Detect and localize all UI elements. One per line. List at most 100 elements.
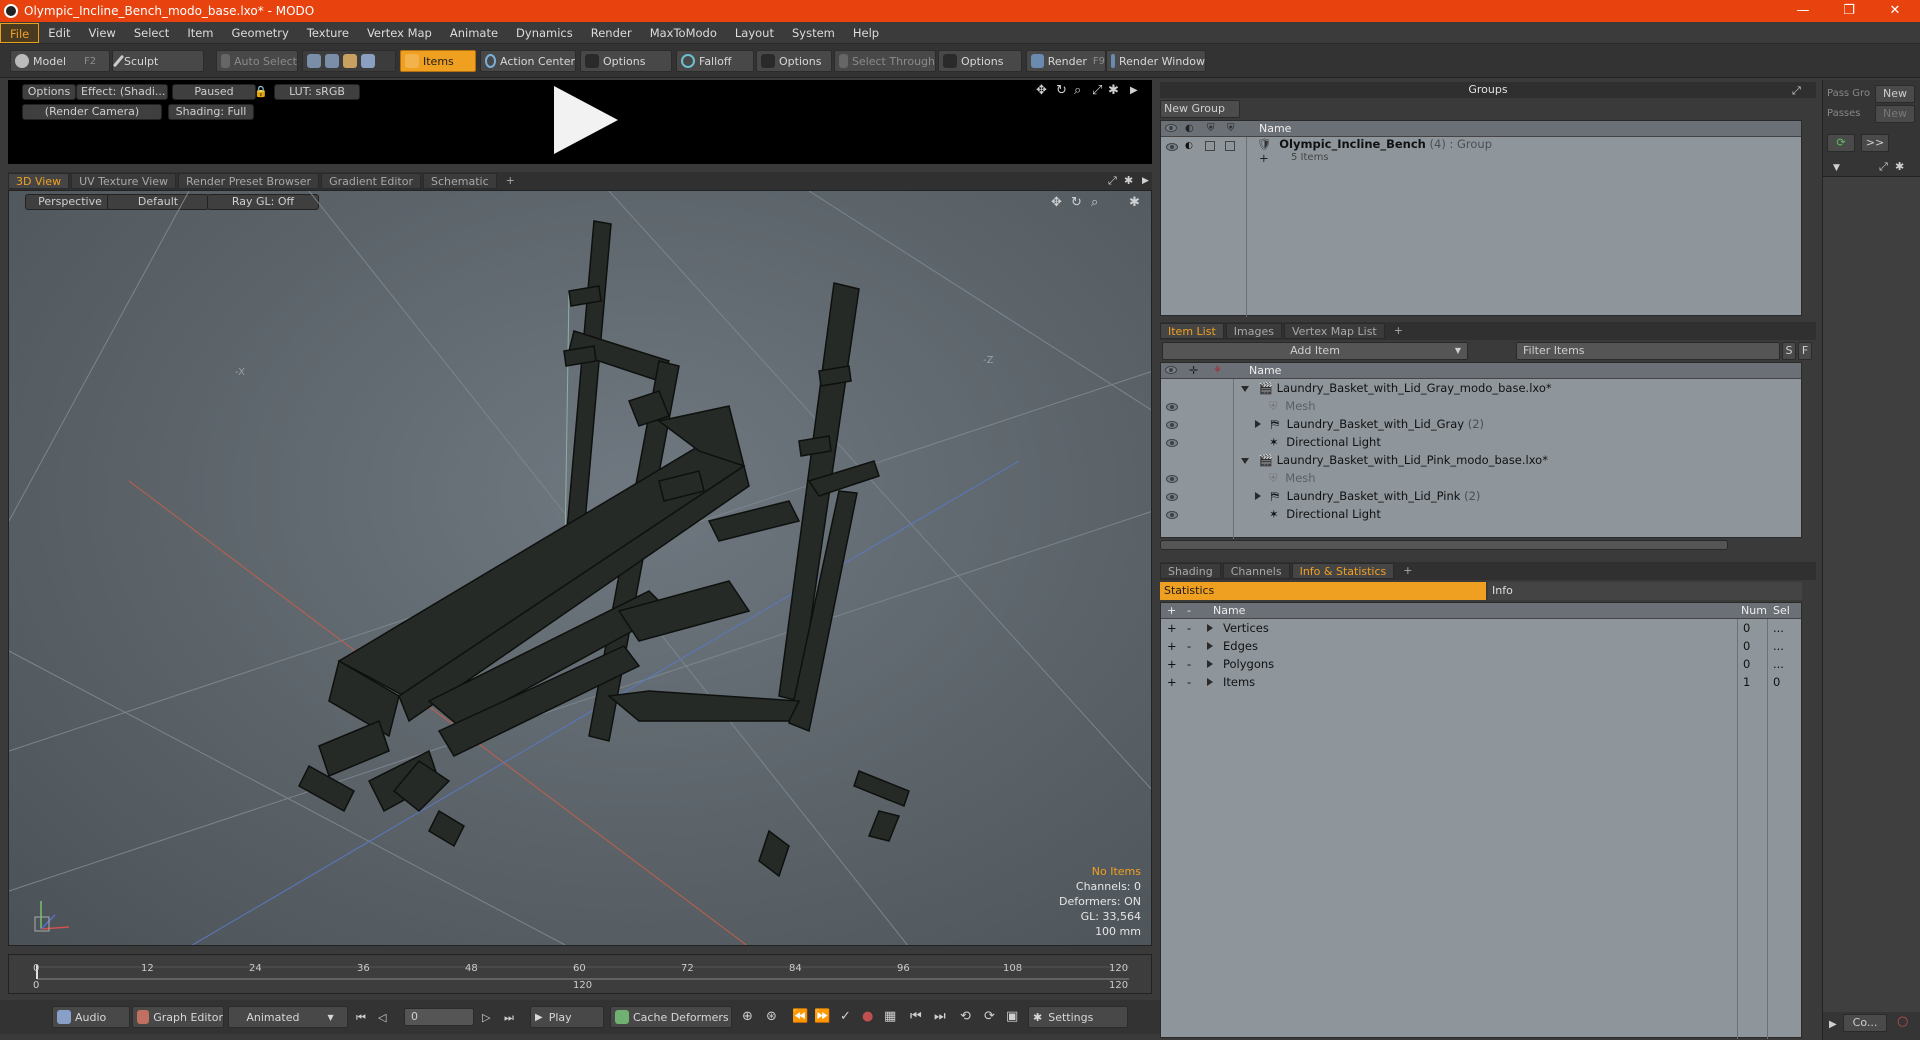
menu-texture[interactable]: Texture xyxy=(298,23,358,43)
refresh-icon[interactable]: ⟳ xyxy=(984,1010,995,1023)
record-icon[interactable]: ○ xyxy=(1897,1015,1908,1028)
play-button[interactable]: ▶ Play xyxy=(530,1006,604,1028)
gear-icon[interactable]: ✱ xyxy=(1895,160,1904,173)
filter-items-input[interactable]: Filter Items xyxy=(1516,342,1780,360)
add-tab-button[interactable]: + xyxy=(1387,323,1410,339)
new-pass-group-button[interactable]: New xyxy=(1875,85,1915,103)
settings-button[interactable]: ✱ Settings xyxy=(1028,1006,1128,1028)
3d-viewport[interactable]: Perspective Default Ray GL: Off ✥ ↻ ⌕ ✱ xyxy=(8,190,1152,946)
menu-view[interactable]: View xyxy=(80,23,125,43)
key-icon[interactable]: ⊕ xyxy=(742,1010,753,1023)
materials-mode-icon[interactable] xyxy=(361,54,375,68)
expand-arrow-icon[interactable] xyxy=(1207,660,1213,668)
list-item-scene-pink[interactable]: 🎬 Laundry_Basket_with_Lid_Pink_modo_base… xyxy=(1241,451,1548,469)
next-key-icon[interactable]: ▷ xyxy=(482,1011,490,1024)
minus-icon[interactable]: - xyxy=(1187,673,1191,691)
maximize-icon[interactable]: ⤢ xyxy=(1108,174,1117,187)
stat-row-polygons[interactable]: + - Polygons 0 ... xyxy=(1161,655,1801,673)
list-item-scene-gray[interactable]: 🎬 Laundry_Basket_with_Lid_Gray_modo_base… xyxy=(1241,379,1552,397)
list-item-light[interactable]: ✶ Directional Light xyxy=(1269,505,1381,523)
horizontal-scrollbar[interactable] xyxy=(1160,540,1728,550)
expand-plus-icon[interactable]: + xyxy=(1259,149,1269,167)
info-header-tab[interactable]: Info xyxy=(1488,582,1802,600)
animated-dropdown[interactable]: Animated ▼ xyxy=(228,1006,348,1028)
menu-vertex-map[interactable]: Vertex Map xyxy=(358,23,441,43)
expand-arrow-icon[interactable] xyxy=(1255,420,1261,428)
visibility-toggle[interactable] xyxy=(1166,493,1178,501)
expand-arrow-icon[interactable] xyxy=(1207,678,1213,686)
key-all-icon[interactable]: ⊛ xyxy=(766,1010,777,1023)
close-button[interactable]: ✕ xyxy=(1874,0,1916,22)
filter-icon[interactable]: ▣ xyxy=(1006,1010,1018,1023)
edges-mode-icon[interactable] xyxy=(325,54,339,68)
list-item-mesh[interactable]: ⛨ Mesh xyxy=(1269,469,1316,487)
search-s-button[interactable]: S xyxy=(1782,342,1796,360)
tab-item-list[interactable]: Item List xyxy=(1160,323,1224,339)
list-item-mesh[interactable]: ⛨ Mesh xyxy=(1269,397,1316,415)
auto-key-icon[interactable]: ✓ xyxy=(840,1010,851,1023)
menu-dynamics[interactable]: Dynamics xyxy=(507,23,582,43)
tab-vertex-map-list[interactable]: Vertex Map List xyxy=(1283,323,1385,339)
vertices-mode-icon[interactable] xyxy=(307,54,321,68)
group-select-toggle[interactable] xyxy=(1225,141,1235,151)
minus-icon[interactable]: - xyxy=(1187,619,1191,637)
maximize-icon[interactable]: ⤢ xyxy=(1792,84,1801,97)
expand-arrow-icon[interactable] xyxy=(1207,642,1213,650)
go-to-start-icon[interactable]: ⏮ xyxy=(356,1011,366,1024)
co-button[interactable]: Co... xyxy=(1843,1014,1887,1032)
visibility-toggle[interactable] xyxy=(1166,511,1178,519)
group-lock-toggle[interactable] xyxy=(1205,141,1215,151)
preview-options-button[interactable]: Options xyxy=(22,84,76,100)
minus-icon[interactable]: - xyxy=(1187,655,1191,673)
graph-editor-button[interactable]: Graph Editor xyxy=(132,1006,224,1028)
rotate-icon[interactable]: ↻ xyxy=(1056,84,1067,97)
group-visibility-toggle[interactable] xyxy=(1166,143,1178,151)
timeline[interactable]: 0 12 24 36 48 60 72 84 96 108 120 0 120 … xyxy=(8,954,1152,994)
menu-animate[interactable]: Animate xyxy=(441,23,507,43)
gear-icon[interactable]: ✱ xyxy=(1108,84,1119,97)
new-pass-button[interactable]: New xyxy=(1875,105,1915,123)
falloff-button[interactable]: Falloff xyxy=(676,50,754,72)
paused-toggle[interactable]: Paused xyxy=(172,84,256,100)
play-preview-icon[interactable] xyxy=(554,86,618,154)
tab-gradient-editor[interactable]: Gradient Editor xyxy=(321,173,421,189)
collapse-arrow-icon[interactable] xyxy=(1241,458,1249,464)
plus-icon[interactable]: + xyxy=(1167,619,1177,637)
list-item-group-gray[interactable]: ⛿ Laundry_Basket_with_Lid_Gray (2) xyxy=(1255,415,1484,433)
effect-dropdown[interactable]: Effect: (Shadi... xyxy=(76,84,168,100)
menu-render[interactable]: Render xyxy=(582,23,641,43)
options-grid-icon[interactable]: ▦ xyxy=(884,1010,896,1023)
maximize-icon[interactable]: ⤢ xyxy=(1879,160,1888,173)
menu-help[interactable]: Help xyxy=(844,23,888,43)
add-item-dropdown[interactable]: Add Item ▼ xyxy=(1162,342,1468,360)
render-button[interactable]: Render F9 xyxy=(1026,50,1106,72)
previous-key-icon[interactable]: ◁ xyxy=(378,1011,386,1024)
new-group-button[interactable]: New Group xyxy=(1160,100,1240,118)
tab-images[interactable]: Images xyxy=(1225,323,1282,339)
render-window-button[interactable]: Render Window xyxy=(1106,50,1206,72)
skip-forward-icon[interactable]: ⏭ xyxy=(934,1010,946,1023)
menu-item[interactable]: Item xyxy=(178,23,222,43)
minimize-button[interactable]: — xyxy=(1782,0,1824,22)
group-render-toggle[interactable]: ◐ xyxy=(1185,137,1193,155)
skip-back-icon[interactable]: ⏮ xyxy=(910,1010,922,1023)
select-through-button[interactable]: Select Through xyxy=(834,50,936,72)
visibility-toggle[interactable] xyxy=(1166,403,1178,411)
menu-file[interactable]: File xyxy=(0,22,40,43)
stat-row-edges[interactable]: + - Edges 0 ... xyxy=(1161,637,1801,655)
audio-button[interactable]: Audio xyxy=(52,1006,130,1028)
cache-deformers-button[interactable]: Cache Deformers xyxy=(610,1006,732,1028)
menu-geometry[interactable]: Geometry xyxy=(223,23,298,43)
lock-icon[interactable]: 🔒 xyxy=(254,85,268,98)
collapse-arrow-icon[interactable] xyxy=(1241,386,1249,392)
tab-shading[interactable]: Shading xyxy=(1160,563,1221,579)
menu-select[interactable]: Select xyxy=(125,23,178,43)
auto-select-button[interactable]: Auto Select xyxy=(216,50,298,72)
menu-system[interactable]: System xyxy=(783,23,844,43)
chevron-down-icon[interactable]: ▼ xyxy=(1833,162,1840,175)
expand-arrow-icon[interactable]: ▶ xyxy=(1142,175,1149,188)
items-mode-button[interactable]: Items xyxy=(400,50,476,72)
visibility-toggle[interactable] xyxy=(1166,421,1178,429)
expand-arrow-icon[interactable]: ▶ xyxy=(1130,84,1138,97)
expand-arrow-icon[interactable] xyxy=(1207,624,1213,632)
